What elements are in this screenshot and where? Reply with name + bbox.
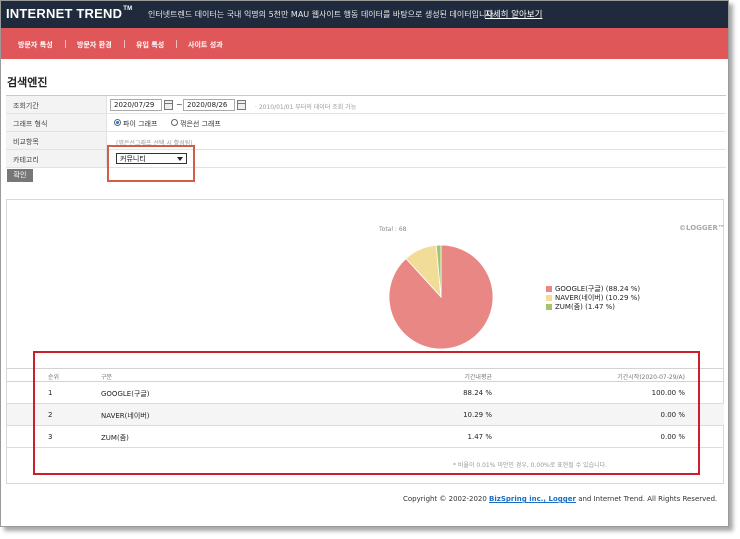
date-separator: ~ — [176, 100, 183, 109]
table-highlight — [33, 351, 700, 475]
copyright-prefix: Copyright © 2002-2020 — [403, 495, 490, 503]
category-label: 카테고리 — [6, 150, 107, 167]
brand-text: INTERNET TREND — [6, 6, 123, 21]
end-date-input[interactable]: 2020/08/26 — [183, 99, 235, 111]
confirm-button[interactable]: 확인 — [7, 169, 33, 182]
chart-legend: GOOGLE(구글) (88.24 %) NAVER(네이버) (10.29 %… — [546, 284, 640, 311]
brand-logo[interactable]: INTERNET TRENDTM — [6, 6, 132, 21]
page-title: 검색엔진 — [7, 76, 48, 89]
line-graph-radio[interactable] — [171, 119, 178, 126]
chart-total: Total : 68 — [379, 226, 407, 233]
tagline: 인터넷트렌드 데이터는 국내 익명의 5천만 MAU 웹사이트 행동 데이터를 … — [148, 10, 497, 19]
legend-item-zum: ZUM(줌) (1.47 %) — [546, 302, 640, 311]
learn-more-link[interactable]: 자세히 알아보기 — [485, 8, 542, 20]
nav-inflow-traits[interactable]: 유입 특성 — [136, 40, 164, 50]
bizspring-link[interactable]: BizSpring inc., Logger — [489, 495, 576, 503]
legend-label: ZUM(줌) (1.47 %) — [555, 303, 616, 311]
period-label: 조회기간 — [6, 96, 107, 113]
main-nav: 방문자 특성 방문자 환경 유입 특성 사이트 성과 — [1, 28, 728, 59]
legend-swatch — [546, 286, 552, 292]
graph-type-label: 그래프 형식 — [6, 114, 107, 131]
copyright-suffix: and Internet Trend. All Rights Reserved. — [575, 495, 718, 503]
pie-graph-label[interactable]: 파이 그래프 — [123, 119, 157, 129]
legend-item-google: GOOGLE(구글) (88.24 %) — [546, 284, 640, 293]
nav-site-performance[interactable]: 사이트 성과 — [188, 40, 223, 50]
legend-label: NAVER(네이버) (10.29 %) — [555, 294, 641, 302]
period-row: 조회기간 2020/07/29 ~ 2020/08/26 · 2010/01/0… — [6, 96, 726, 114]
start-date-input[interactable]: 2020/07/29 — [110, 99, 162, 111]
category-highlight — [107, 145, 195, 182]
pie-graph-radio[interactable] — [114, 119, 121, 126]
legend-swatch — [546, 304, 552, 310]
compare-label: 비교항목 — [6, 132, 107, 149]
period-hint: · 2010/01/01 부터의 데이터 조회 가능 — [255, 104, 357, 111]
copyright: Copyright © 2002-2020 BizSpring inc., Lo… — [403, 495, 717, 503]
line-graph-label[interactable]: 꺾은선 그래프 — [180, 119, 221, 129]
nav-visitor-traits[interactable]: 방문자 특성 — [18, 40, 53, 50]
legend-swatch — [546, 295, 552, 301]
nav-divider — [65, 40, 66, 48]
pie-chart — [388, 244, 494, 350]
calendar-icon[interactable] — [237, 100, 246, 110]
brand-trademark: TM — [123, 6, 133, 12]
top-bar: INTERNET TRENDTM 인터넷트렌드 데이터는 국내 익명의 5천만 … — [1, 1, 728, 28]
calendar-icon[interactable] — [164, 100, 173, 110]
graph-type-row: 그래프 형식 파이 그래프 꺾은선 그래프 — [6, 114, 726, 132]
nav-divider — [124, 40, 125, 48]
browser-frame: INTERNET TRENDTM 인터넷트렌드 데이터는 국내 익명의 5천만 … — [0, 0, 729, 527]
nav-divider — [176, 40, 177, 48]
nav-visitor-env[interactable]: 방문자 환경 — [77, 40, 112, 50]
legend-item-naver: NAVER(네이버) (10.29 %) — [546, 293, 640, 302]
logger-watermark: ©LOGGER™ — [679, 224, 725, 232]
legend-label: GOOGLE(구글) (88.24 %) — [555, 285, 641, 293]
